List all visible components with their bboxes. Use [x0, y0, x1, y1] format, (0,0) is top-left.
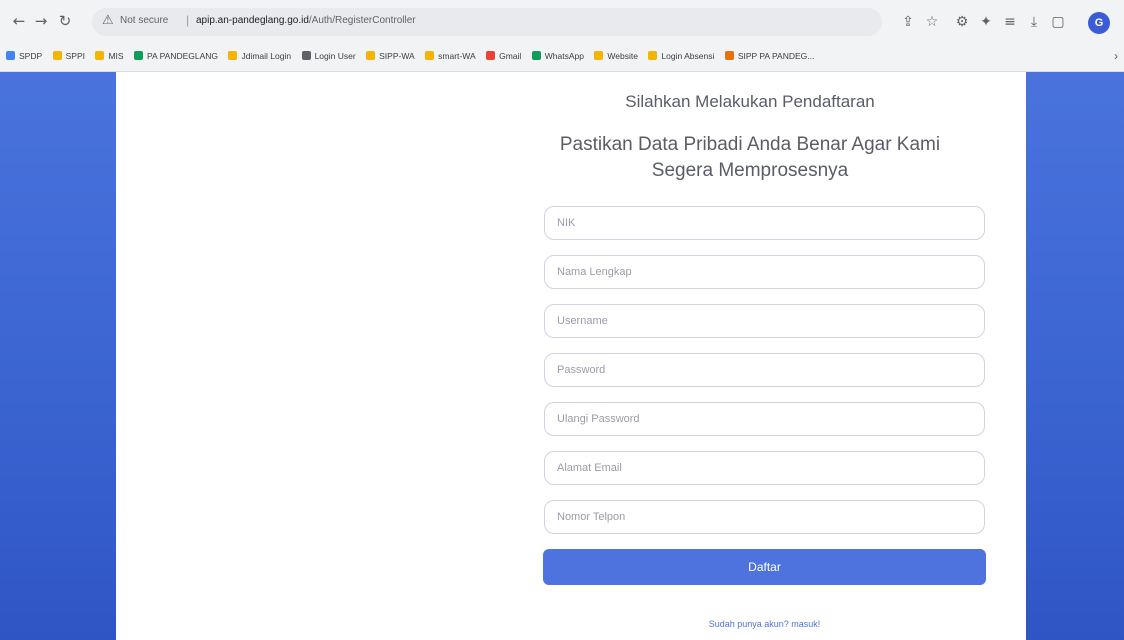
- phone-input[interactable]: [544, 500, 985, 534]
- security-label[interactable]: Not secure: [120, 15, 168, 26]
- address-bar[interactable]: ⚠ Not secure | apip.an-pandeglang.go.id/…: [92, 8, 882, 36]
- more-bookmarks-icon[interactable]: ›: [1114, 46, 1118, 66]
- bookmark-favicon-icon: [228, 51, 238, 60]
- page-title: Silahkan Melakukan Pendaftaran: [625, 92, 875, 111]
- url-text[interactable]: apip.an-pandeglang.go.id/Auth/RegisterCo…: [196, 15, 416, 26]
- bookmarks-bar: SPDP SPPI MIS PA PANDEGLANG Jdimail Logi…: [0, 46, 1124, 68]
- bookmark-item[interactable]: Gmail: [486, 46, 521, 66]
- bookmark-favicon-icon: [425, 51, 435, 60]
- url-separator: |: [186, 13, 190, 27]
- bookmark-favicon-icon: [134, 51, 144, 60]
- bookmark-favicon-icon: [486, 51, 496, 60]
- download-icon[interactable]: ⤓: [1024, 12, 1044, 32]
- bookmark-item[interactable]: SPDP: [6, 46, 42, 66]
- bookmark-item[interactable]: Login Absensi: [648, 46, 714, 66]
- reload-icon[interactable]: ↻: [54, 10, 76, 32]
- bookmark-item[interactable]: Website: [594, 46, 638, 66]
- bookmark-item[interactable]: smart-WA: [425, 46, 476, 66]
- bookmark-favicon-icon: [366, 51, 376, 60]
- bookmark-label: Website: [607, 51, 638, 61]
- register-button[interactable]: Daftar: [543, 549, 986, 585]
- page-subtitle: Pastikan Data Pribadi Anda Benar Agar Ka…: [559, 134, 941, 181]
- bookmark-item[interactable]: Login User: [301, 46, 356, 66]
- url-host: apip.an-pandeglang.go.id: [196, 15, 309, 26]
- window-icon[interactable]: ▢: [1048, 12, 1068, 32]
- bookmark-label: SIPP PA PANDEG...: [737, 51, 815, 61]
- bookmark-item[interactable]: WhatsApp: [531, 46, 584, 66]
- bookmark-favicon-icon: [301, 51, 311, 60]
- repeat-password-input[interactable]: [544, 402, 985, 436]
- bookmark-item[interactable]: MIS: [95, 46, 124, 66]
- page-background: Silahkan Melakukan Pendaftaran Pastikan …: [0, 72, 1124, 640]
- bookmark-label: Login User: [314, 51, 356, 61]
- bookmark-label: smart-WA: [438, 51, 476, 61]
- bookmark-label: PA PANDEGLANG: [147, 51, 219, 61]
- bookmark-favicon-icon: [6, 51, 15, 60]
- bookmark-label: WhatsApp: [544, 51, 584, 61]
- password-input[interactable]: [544, 353, 985, 387]
- bookmark-item[interactable]: Jdimail Login: [228, 46, 291, 66]
- bookmark-favicon-icon: [648, 51, 658, 60]
- full-name-input[interactable]: [544, 255, 985, 289]
- browser-toolbar: ← → ↻ ⚠ Not secure | apip.an-pandeglang.…: [0, 4, 1124, 40]
- bookmark-label: Login Absensi: [661, 51, 715, 61]
- bookmark-favicon-icon: [531, 51, 541, 60]
- extension-icon[interactable]: ⚙: [952, 12, 972, 32]
- email-input[interactable]: [544, 451, 985, 485]
- bookmark-label: Jdimail Login: [241, 51, 292, 61]
- bookmark-item[interactable]: PA PANDEGLANG: [134, 46, 218, 66]
- browser-chrome: ← → ↻ ⚠ Not secure | apip.an-pandeglang.…: [0, 0, 1124, 72]
- bookmark-star-icon[interactable]: ☆: [922, 12, 942, 32]
- bookmark-favicon-icon: [95, 51, 105, 60]
- url-path: /Auth/RegisterController: [308, 15, 416, 26]
- nik-input[interactable]: [544, 206, 985, 240]
- back-icon[interactable]: ←: [8, 10, 30, 32]
- bookmark-item[interactable]: SIPP-WA: [366, 46, 415, 66]
- bookmark-favicon-icon: [724, 51, 734, 60]
- forward-icon[interactable]: →: [30, 10, 52, 32]
- bookmark-label: Gmail: [499, 51, 522, 61]
- bookmark-label: SPDP: [19, 51, 43, 61]
- profile-avatar[interactable]: G: [1088, 12, 1110, 34]
- login-link[interactable]: Sudah punya akun? masuk!: [543, 619, 986, 629]
- bookmark-item[interactable]: SIPP PA PANDEG...: [724, 46, 815, 66]
- bookmark-item[interactable]: SPPI: [52, 46, 85, 66]
- bookmark-favicon-icon: [52, 51, 62, 60]
- share-icon[interactable]: ⇪: [898, 12, 918, 32]
- username-input[interactable]: [544, 304, 985, 338]
- bookmark-label: MIS: [108, 51, 124, 61]
- bookmark-label: SPPI: [65, 51, 85, 61]
- puzzle-icon[interactable]: ✦: [976, 12, 996, 32]
- bookmark-favicon-icon: [594, 51, 604, 60]
- warning-icon[interactable]: ⚠: [102, 13, 114, 28]
- reading-list-icon[interactable]: ≡: [1000, 12, 1020, 32]
- bookmark-label: SIPP-WA: [379, 51, 415, 61]
